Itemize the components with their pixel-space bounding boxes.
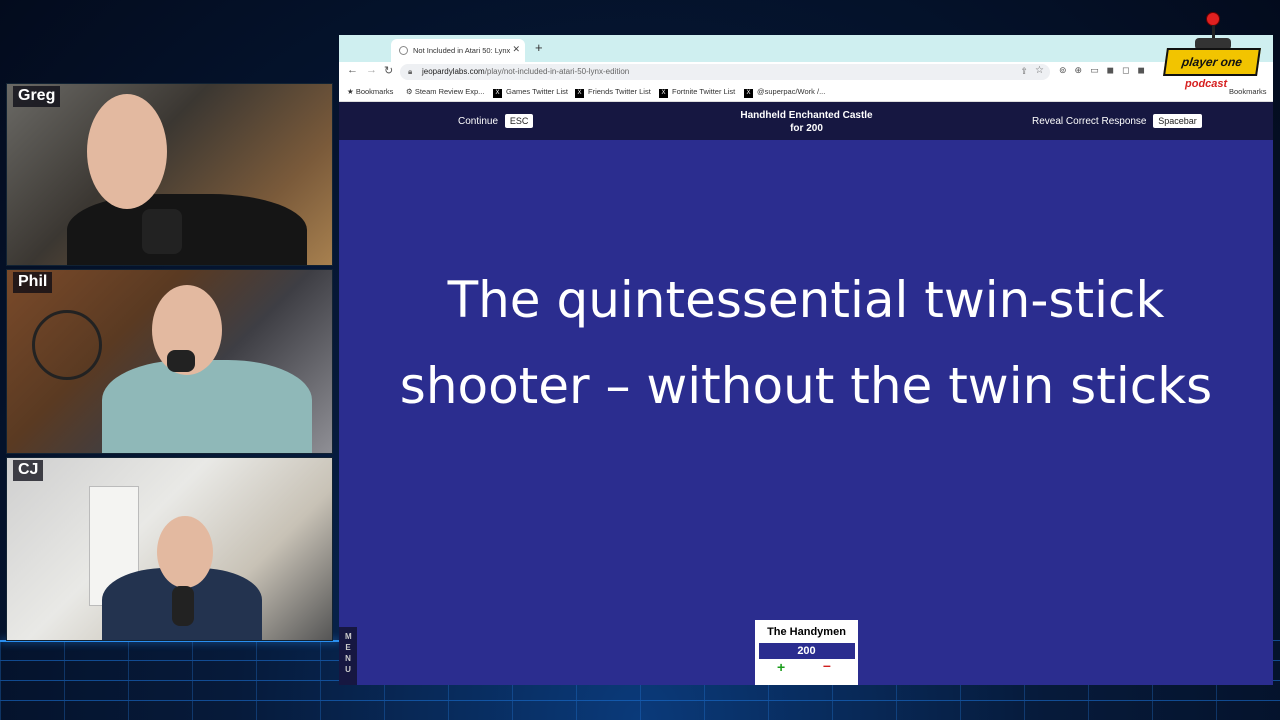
bookmark-item[interactable]: ⚙︎ Steam Review Exp... [406, 87, 484, 96]
tab-bar: Not Included in Atari 50: Lynx ✕ + [339, 35, 1273, 62]
microphone [142, 209, 182, 254]
webcam-cj: CJ [6, 457, 333, 641]
bookmark-item[interactable]: X Games Twitter List [493, 87, 568, 98]
spacebar-key-button[interactable]: Spacebar [1153, 114, 1202, 128]
participant-name: Phil [13, 272, 53, 293]
bookmark-label: Games Twitter List [506, 87, 568, 96]
joystick-icon [1206, 12, 1220, 26]
x-icon: X [744, 89, 753, 98]
forward-icon[interactable]: → [366, 64, 377, 76]
bookmarks-bar: ★ Bookmarks ⚙︎ Steam Review Exp... X Game… [339, 82, 1273, 102]
lock-icon: 🔒︎ [408, 67, 413, 76]
new-tab-button[interactable]: + [535, 40, 543, 55]
globe-icon [399, 46, 408, 55]
webcam-phil: Phil [6, 269, 333, 454]
x-icon: X [493, 89, 502, 98]
webcam-greg: Greg [6, 83, 333, 266]
bookmark-star-icon[interactable]: ☆ [1035, 65, 1044, 76]
clue-text: The quintessential twin-stick shooter – … [399, 271, 1213, 415]
logo-subtitle: podcast [1183, 78, 1230, 90]
reveal-label: Reveal Correct Response [1032, 116, 1147, 127]
menu-label: MENU [345, 632, 352, 674]
person-head [157, 516, 213, 588]
microphone [167, 350, 195, 372]
esc-key-button[interactable]: ESC [504, 114, 534, 128]
url-input[interactable]: 🔒︎ jeopardylabs.com/play/not-included-in… [400, 64, 1050, 80]
star-icon: ★ [347, 87, 356, 96]
continue-control[interactable]: Continue ESC [458, 114, 534, 128]
bookmark-label: Bookmarks [355, 87, 394, 96]
logo-title: player one [1163, 48, 1261, 76]
fan [32, 310, 102, 380]
microphone [172, 586, 194, 626]
tab-title: Not Included in Atari 50: Lynx [413, 46, 511, 55]
share-icon[interactable]: ⇪ [1020, 66, 1028, 77]
reload-icon[interactable]: ↻ [384, 64, 393, 77]
bookmark-item[interactable]: ★ Bookmarks [347, 87, 393, 96]
steam-icon: ⚙︎ [406, 87, 415, 96]
bookmark-label: Friends Twitter List [588, 87, 651, 96]
bookmark-item[interactable]: X Friends Twitter List [575, 87, 651, 98]
team-score: 200 [758, 643, 855, 659]
bookmark-label: @superpac/Work /... [757, 87, 826, 96]
team-scorecard: The Handymen 200 + – [755, 620, 858, 685]
participant-name: Greg [13, 86, 61, 107]
clue-category: Handheld Enchanted Castle for 200 [699, 109, 914, 135]
browser-window: Not Included in Atari 50: Lynx ✕ + ← → ↻… [339, 35, 1273, 685]
bookmark-item[interactable]: X @superpac/Work /... [744, 87, 825, 98]
bookmark-label: Fortnite Twitter List [672, 87, 736, 96]
continue-label: Continue [458, 116, 499, 127]
add-points-button[interactable]: + [777, 659, 785, 675]
bookmark-label: Steam Review Exp... [414, 87, 485, 96]
person-body [67, 194, 307, 265]
team-name: The Handymen [767, 626, 846, 638]
menu-button[interactable]: MENU [339, 627, 357, 685]
clue-points: for 200 [790, 123, 823, 134]
url-host: jeopardylabs.com [422, 67, 485, 76]
extension-icons[interactable]: ⊚⊕▭◼◻◼ [1059, 65, 1153, 76]
subtract-points-button[interactable]: – [823, 657, 831, 673]
bookmark-item[interactable]: X Fortnite Twitter List [659, 87, 735, 98]
category-name: Handheld Enchanted Castle [740, 110, 873, 121]
clue-header: Continue ESC Handheld Enchanted Castle f… [339, 102, 1273, 140]
x-icon: X [575, 89, 584, 98]
url-path: /play/not-included-in-atari-50-lynx-edit… [484, 67, 630, 76]
reveal-control[interactable]: Reveal Correct Response Spacebar [1032, 114, 1202, 128]
back-icon[interactable]: ← [347, 64, 358, 76]
x-icon: X [659, 89, 668, 98]
person-body [102, 360, 312, 453]
podcast-logo: player one podcast [1163, 10, 1263, 98]
browser-tab[interactable]: Not Included in Atari 50: Lynx ✕ [391, 39, 525, 62]
address-bar: ← → ↻ 🔒︎ jeopardylabs.com/play/not-inclu… [339, 62, 1273, 82]
person-head [87, 94, 167, 209]
close-icon[interactable]: ✕ [512, 44, 520, 55]
jeopardy-page: Continue ESC Handheld Enchanted Castle f… [339, 102, 1273, 685]
participant-name: CJ [13, 460, 44, 481]
